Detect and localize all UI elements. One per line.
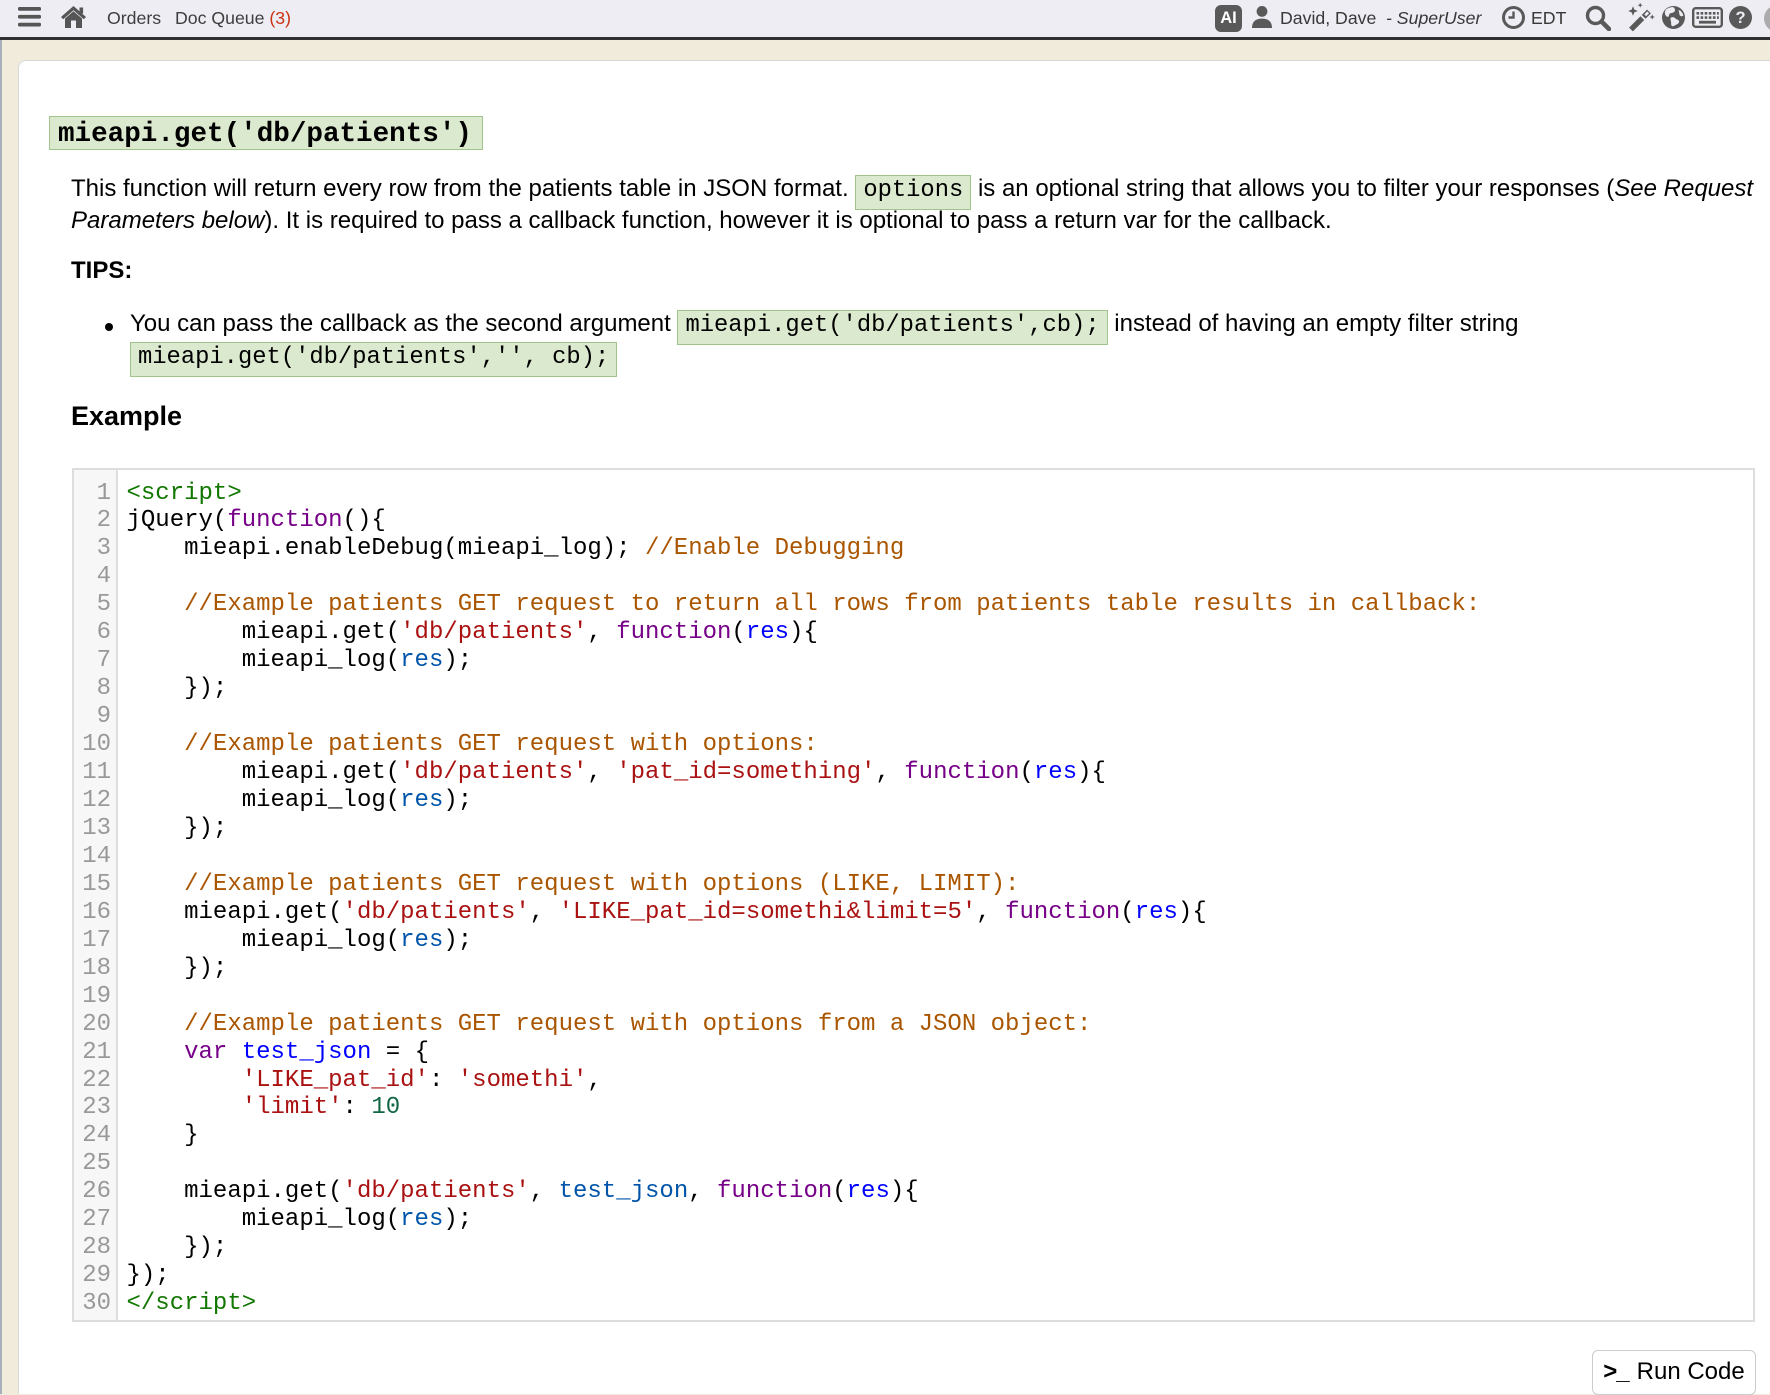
svg-text:?: ?	[1735, 9, 1745, 27]
